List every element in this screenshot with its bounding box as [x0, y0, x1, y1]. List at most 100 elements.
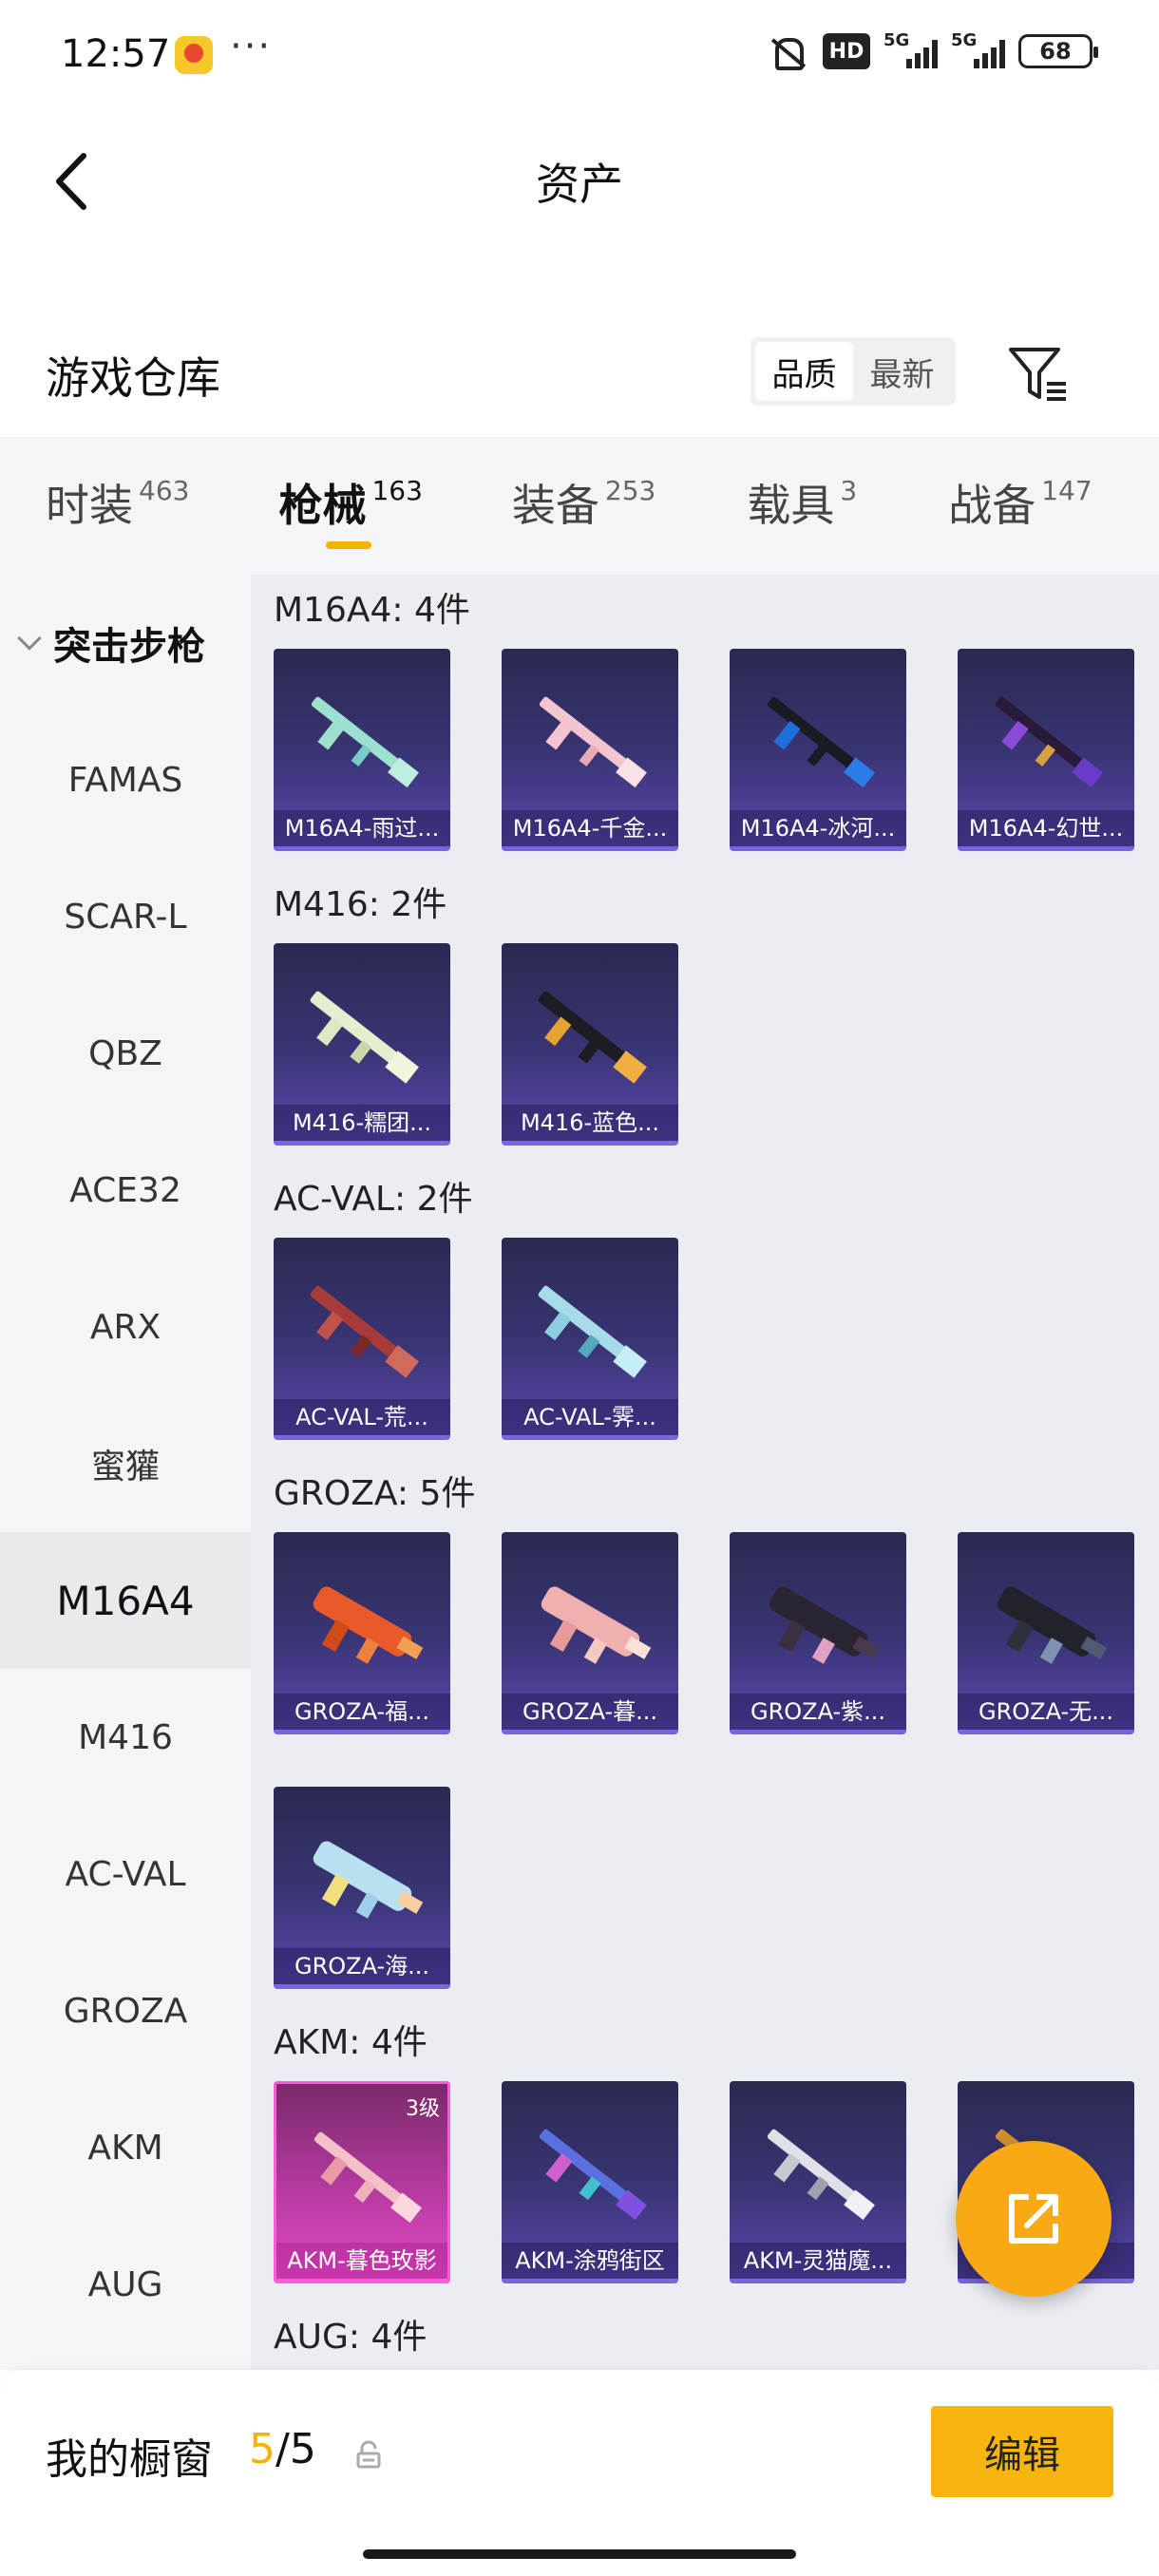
- rifle-icon: [310, 991, 419, 1084]
- weapon-card-label: AC-VAL-霁...: [502, 1399, 678, 1435]
- weapon-card-label: M16A4-冰河...: [730, 810, 906, 846]
- mute-icon: [766, 32, 809, 70]
- tab-vehicles[interactable]: 载具 3: [747, 437, 857, 575]
- home-indicator[interactable]: [363, 2549, 796, 2559]
- showcase-count: 5/5: [249, 2425, 316, 2473]
- sidebar-item-scar-l[interactable]: SCAR-L: [0, 848, 251, 985]
- showcase-count-separator: /: [276, 2425, 290, 2473]
- sort-newest-button[interactable]: 最新: [853, 342, 951, 401]
- showcase-title: 我的橱窗: [46, 2435, 213, 2484]
- signal-icon: 5G: [951, 30, 1005, 68]
- chevron-down-icon: [17, 626, 42, 651]
- weapon-card[interactable]: M16A4-幻世...: [958, 649, 1134, 851]
- weapon-card[interactable]: AC-VAL-荒...: [274, 1238, 450, 1440]
- sidebar-item-m416[interactable]: M416: [0, 1669, 251, 1806]
- app-header: 资产: [0, 114, 1159, 237]
- weapon-card[interactable]: GROZA-无...: [958, 1532, 1134, 1734]
- weapon-card[interactable]: AC-VAL-霁...: [502, 1238, 678, 1440]
- weapon-card-label: M16A4-幻世...: [958, 810, 1134, 846]
- weapon-card[interactable]: M16A4-雨过...: [274, 649, 450, 851]
- tab-fashion[interactable]: 时装 463: [46, 437, 189, 575]
- tab-count: 163: [371, 475, 423, 506]
- status-time: 12:57: [61, 32, 171, 76]
- share-icon: [1009, 2194, 1058, 2244]
- signal-label: 5G: [951, 30, 978, 50]
- weapon-card-label: GROZA-紫...: [730, 1694, 906, 1730]
- weapon-card[interactable]: M16A4-千金...: [502, 649, 678, 851]
- tab-combat-gear[interactable]: 战备 147: [948, 437, 1092, 575]
- tab-firearms[interactable]: 枪械 163: [278, 437, 423, 575]
- edit-button[interactable]: 编辑: [931, 2406, 1113, 2497]
- tab-label: 枪械: [278, 480, 367, 531]
- weapon-card-label: GROZA-海...: [274, 1948, 450, 1984]
- weapon-card[interactable]: 3级 AKM-暮色玫影: [274, 2081, 450, 2283]
- tab-label: 时装: [46, 480, 133, 531]
- section-title: AUG: 4件: [274, 2318, 428, 2357]
- weapon-card[interactable]: AKM-涂鸦街区: [502, 2081, 678, 2283]
- hd-badge: HD: [823, 33, 870, 69]
- sort-toggle: 品质 最新: [750, 337, 956, 406]
- weapon-card[interactable]: M416-蓝色...: [502, 943, 678, 1146]
- filter-icon[interactable]: [1005, 340, 1072, 407]
- status-bar: 12:57 ··· HD 5G 5G 68: [0, 0, 1159, 114]
- bullpup-rifle-icon: [541, 1586, 652, 1664]
- app-notification-icon: [175, 36, 213, 74]
- warehouse-title: 游戏仓库: [46, 352, 220, 404]
- sidebar-group-assault-rifles[interactable]: 突击步枪: [0, 575, 251, 711]
- weapon-card[interactable]: GROZA-暮...: [502, 1532, 678, 1734]
- tab-count: 3: [840, 475, 858, 506]
- weapon-card[interactable]: M16A4-冰河...: [730, 649, 906, 851]
- weapon-card-label: M16A4-千金...: [502, 810, 678, 846]
- sidebar-item-akm[interactable]: AKM: [0, 2079, 251, 2216]
- sidebar-item-ace32[interactable]: ACE32: [0, 1122, 251, 1259]
- sidebar-item-m16a4[interactable]: M16A4: [0, 1532, 251, 1669]
- rifle-icon: [539, 2129, 647, 2221]
- sidebar-item-arx[interactable]: ARX: [0, 1259, 251, 1395]
- rifle-icon: [538, 991, 647, 1084]
- weapon-card-label: AC-VAL-荒...: [274, 1399, 450, 1435]
- tab-count: 253: [604, 475, 656, 506]
- weapon-card-label: GROZA-福...: [274, 1694, 450, 1730]
- tab-label: 战备: [948, 480, 1036, 531]
- sort-quality-button[interactable]: 品质: [755, 342, 853, 401]
- weapon-card[interactable]: GROZA-福...: [274, 1532, 450, 1734]
- weapon-card[interactable]: AKM-灵猫魔...: [730, 2081, 906, 2283]
- sidebar-item-ac-val[interactable]: AC-VAL: [0, 1806, 251, 1942]
- weapon-card-label: GROZA-无...: [958, 1694, 1134, 1730]
- rifle-icon: [767, 2129, 875, 2221]
- bullpup-rifle-icon: [313, 1841, 424, 1919]
- tab-label: 载具: [747, 480, 835, 531]
- tab-equipment[interactable]: 装备 253: [512, 437, 656, 575]
- more-notifications-icon: ···: [230, 25, 273, 68]
- rifle-icon: [767, 696, 875, 788]
- sidebar-item-honey-badger[interactable]: 蜜獾: [0, 1395, 251, 1532]
- weapon-card[interactable]: M416-糯团...: [274, 943, 450, 1146]
- warehouse-header: 游戏仓库 品质 最新: [0, 313, 1159, 427]
- signal-label: 5G: [884, 30, 910, 50]
- rifle-icon: [310, 1285, 419, 1378]
- sidebar-item-aug[interactable]: AUG: [0, 2216, 251, 2353]
- status-indicators: HD 5G 5G 68: [766, 30, 1098, 70]
- sidebar-item-groza[interactable]: GROZA: [0, 1942, 251, 2079]
- sidebar-item-famas[interactable]: FAMAS: [0, 711, 251, 848]
- section-title: M416: 2件: [274, 885, 447, 924]
- rifle-icon: [995, 696, 1103, 788]
- weapon-card-label: AKM-涂鸦街区: [502, 2243, 678, 2279]
- signal-icon: 5G: [884, 30, 938, 68]
- weapon-card-label: GROZA-暮...: [502, 1694, 678, 1730]
- bullpup-rifle-icon: [313, 1586, 424, 1664]
- weapon-card-label: M416-糯团...: [274, 1105, 450, 1141]
- share-button[interactable]: [956, 2141, 1112, 2297]
- category-tabs: 时装 463 枪械 163 装备 253 载具 3 战备 147: [0, 437, 1159, 575]
- section-title: AKM: 4件: [274, 2023, 428, 2062]
- section-title: GROZA: 5件: [274, 1474, 476, 1513]
- weapon-card[interactable]: GROZA-紫...: [730, 1532, 906, 1734]
- weapon-card[interactable]: GROZA-海...: [274, 1787, 450, 1989]
- showcase-bar: 我的橱窗 5/5 编辑: [0, 2370, 1159, 2576]
- rifle-icon: [539, 696, 647, 788]
- sidebar-item-qbz[interactable]: QBZ: [0, 985, 251, 1122]
- weapon-sidebar: 突击步枪 FAMAS SCAR-L QBZ ACE32 ARX 蜜獾 M16A4…: [0, 575, 251, 2370]
- sidebar-group-label: 突击步枪: [53, 625, 205, 669]
- lock-icon: [356, 2440, 381, 2469]
- section-title: M16A4: 4件: [274, 591, 470, 630]
